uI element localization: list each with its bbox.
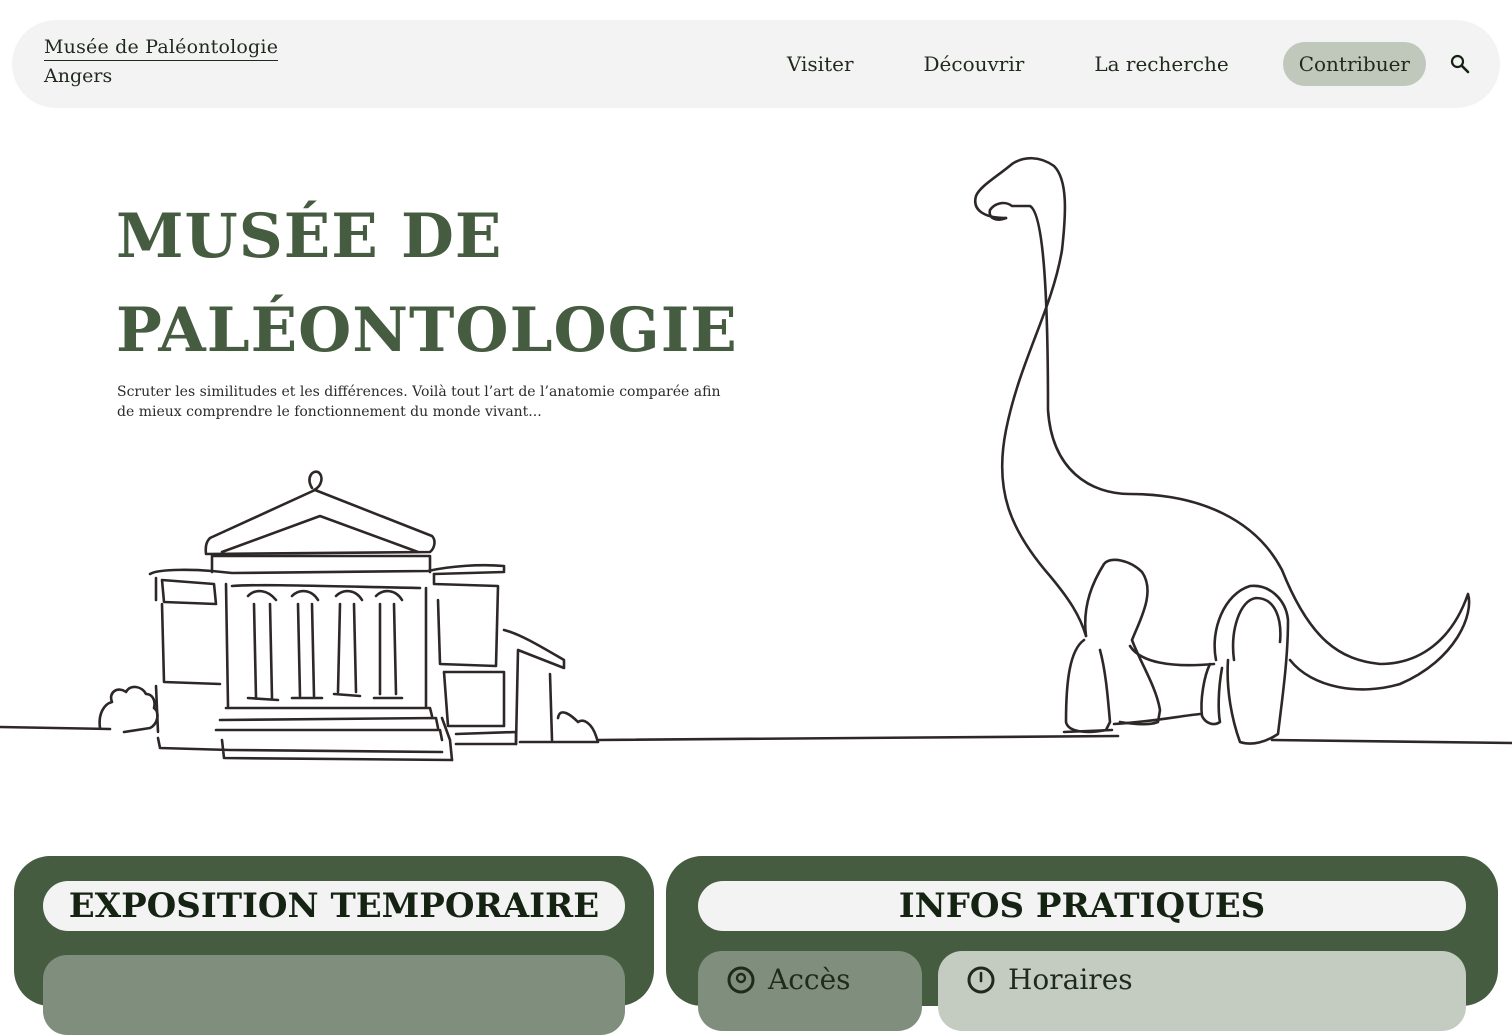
practical-info-title: INFOS PRATIQUES [698,881,1466,931]
nav-item-contribuer[interactable]: Contribuer [1282,42,1426,86]
location-icon [727,966,755,994]
clock-icon [967,966,995,994]
museum-building-drawing [0,470,600,762]
nav-item-visiter[interactable]: Visiter [771,42,870,86]
dinosaur-drawing [596,156,1512,745]
info-card-acces[interactable]: Accès [698,951,922,1031]
brand-name[interactable]: Musée de Paléontologie [44,36,279,61]
info-card-horaires[interactable]: Horaires [938,951,1466,1031]
info-card-acces-label: Accès [768,963,851,996]
practical-info-section: INFOS PRATIQUES Accès Horaires [666,856,1498,1031]
top-navigation-bar: Musée de Paléontologie Angers Visiter Dé… [12,20,1500,108]
main-nav: Visiter Découvrir La recherche Contribue… [733,42,1472,86]
brand-city[interactable]: Angers [44,65,278,87]
search-button[interactable] [1448,52,1472,76]
temporary-exhibition-section: EXPOSITION TEMPORAIRE [14,856,654,1035]
temporary-exhibition-title: EXPOSITION TEMPORAIRE [43,881,625,931]
info-card-horaires-label: Horaires [1008,963,1133,996]
hero-line-illustration [0,156,1512,762]
nav-item-decouvrir[interactable]: Découvrir [908,42,1041,86]
site-brand[interactable]: Musée de Paléontologie Angers [44,36,279,87]
nav-item-la-recherche[interactable]: La recherche [1078,42,1244,86]
exhibition-card[interactable] [43,955,625,1035]
search-icon [1450,54,1470,74]
